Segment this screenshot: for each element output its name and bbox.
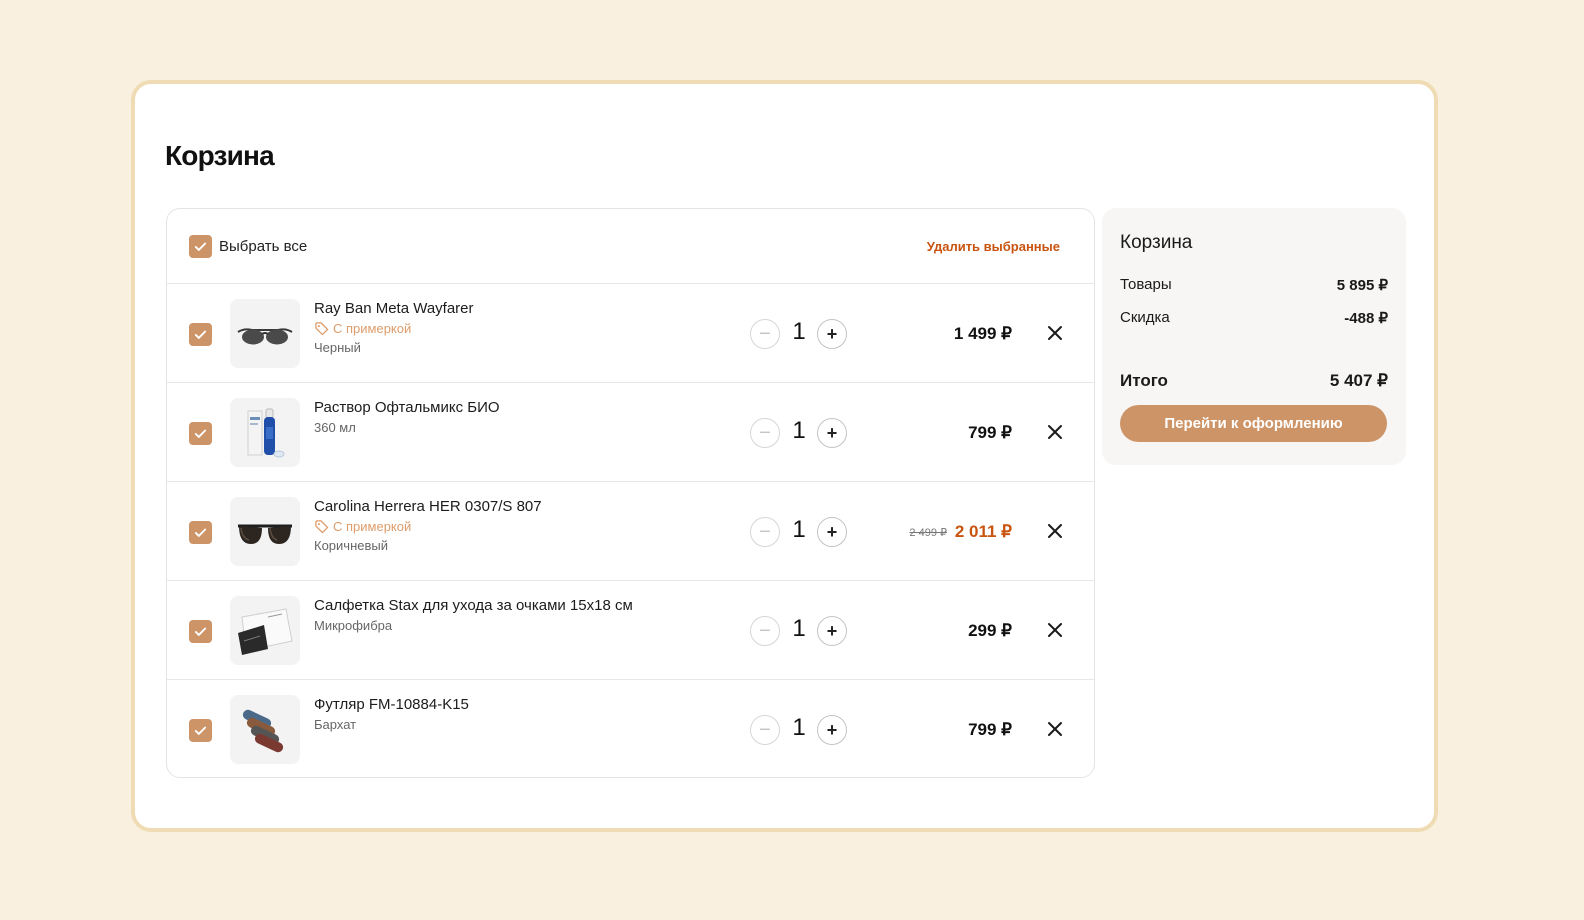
cart-list-header: Выбрать все Удалить выбранные bbox=[167, 209, 1094, 284]
summary-goods-row: Товары 5 895 ₽ bbox=[1120, 276, 1388, 294]
product-name[interactable]: Carolina Herrera HER 0307/S 807 bbox=[314, 498, 542, 515]
item-checkbox[interactable] bbox=[189, 422, 212, 445]
page-title: Корзина bbox=[165, 140, 275, 171]
quantity-decrease-button[interactable]: − bbox=[750, 517, 780, 547]
delete-selected-button[interactable]: Удалить выбранные bbox=[927, 239, 1060, 254]
product-variant: Бархат bbox=[314, 717, 357, 732]
product-image-sunglasses[interactable] bbox=[230, 299, 300, 368]
quantity-increase-button[interactable]: + bbox=[817, 319, 847, 349]
close-icon[interactable] bbox=[1046, 324, 1064, 342]
discount-value: -488 ₽ bbox=[1344, 310, 1388, 327]
close-icon[interactable] bbox=[1046, 423, 1064, 441]
product-variant: Коричневый bbox=[314, 538, 388, 553]
quantity-value: 1 bbox=[792, 417, 806, 444]
cart-item: Раствор Офтальмикс БИО 360 мл − 1 + 799 … bbox=[167, 383, 1094, 482]
item-checkbox[interactable] bbox=[189, 323, 212, 346]
quantity-decrease-button[interactable]: − bbox=[750, 715, 780, 745]
cart-item: Салфетка Stax для ухода за очками 15x18 … bbox=[167, 581, 1094, 680]
item-price: 1 499 ₽ bbox=[953, 324, 1012, 343]
quantity-value: 1 bbox=[792, 318, 806, 345]
item-price: 799 ₽ bbox=[968, 423, 1012, 442]
quantity-decrease-button[interactable]: − bbox=[750, 418, 780, 448]
cart-items-panel: Выбрать все Удалить выбранные Ray Ban Me… bbox=[166, 208, 1095, 778]
select-all-checkbox[interactable] bbox=[189, 235, 212, 258]
item-checkbox[interactable] bbox=[189, 719, 212, 742]
quantity-value: 1 bbox=[792, 714, 806, 741]
product-image-case[interactable] bbox=[230, 695, 300, 764]
quantity-increase-button[interactable]: + bbox=[817, 517, 847, 547]
try-on-label: С примеркой bbox=[333, 519, 412, 534]
goods-value: 5 895 ₽ bbox=[1336, 277, 1388, 294]
order-summary: Корзина Товары 5 895 ₽ Скидка -488 ₽ Ито… bbox=[1102, 208, 1406, 465]
product-variant: Черный bbox=[314, 340, 361, 355]
quantity-increase-button[interactable]: + bbox=[817, 418, 847, 448]
discount-label: Скидка bbox=[1120, 309, 1170, 326]
summary-title: Корзина bbox=[1120, 232, 1193, 253]
check-icon bbox=[194, 726, 207, 735]
close-icon[interactable] bbox=[1046, 522, 1064, 540]
quantity-value: 1 bbox=[792, 516, 806, 543]
quantity-decrease-button[interactable]: − bbox=[750, 319, 780, 349]
product-image-solution-bottle[interactable] bbox=[230, 398, 300, 467]
check-icon bbox=[194, 242, 207, 251]
item-checkbox[interactable] bbox=[189, 620, 212, 643]
try-on-label: С примеркой bbox=[333, 321, 412, 336]
close-icon[interactable] bbox=[1046, 720, 1064, 738]
quantity-increase-button[interactable]: + bbox=[817, 715, 847, 745]
close-icon[interactable] bbox=[1046, 621, 1064, 639]
check-icon bbox=[194, 330, 207, 339]
cart-item: Carolina Herrera HER 0307/S 807 С пример… bbox=[167, 482, 1094, 581]
product-name[interactable]: Раствор Офтальмикс БИО bbox=[314, 399, 500, 416]
total-value: 5 407 ₽ bbox=[1329, 371, 1388, 390]
quantity-decrease-button[interactable]: − bbox=[750, 616, 780, 646]
item-price: 299 ₽ bbox=[968, 621, 1012, 640]
cart-item: Ray Ban Meta Wayfarer С примеркой Черный… bbox=[167, 284, 1094, 383]
tag-icon bbox=[315, 322, 329, 336]
product-variant: 360 мл bbox=[314, 420, 356, 435]
item-discounted-price: 2 011 ₽ bbox=[954, 522, 1012, 541]
quantity-increase-button[interactable]: + bbox=[817, 616, 847, 646]
select-all-label[interactable]: Выбрать все bbox=[219, 238, 307, 255]
cart-item: Футляр FM-10884-K15 Бархат − 1 + 799 ₽ bbox=[167, 680, 1094, 777]
product-name[interactable]: Ray Ban Meta Wayfarer bbox=[314, 300, 474, 317]
summary-discount-row: Скидка -488 ₽ bbox=[1120, 309, 1388, 327]
product-name[interactable]: Футляр FM-10884-K15 bbox=[314, 696, 469, 713]
product-image-sunglasses[interactable] bbox=[230, 497, 300, 566]
tag-icon bbox=[315, 520, 329, 534]
product-name[interactable]: Салфетка Stax для ухода за очками 15x18 … bbox=[314, 597, 633, 614]
check-icon bbox=[194, 528, 207, 537]
product-image-cloth[interactable] bbox=[230, 596, 300, 665]
item-checkbox[interactable] bbox=[189, 521, 212, 544]
quantity-value: 1 bbox=[792, 615, 806, 642]
goods-label: Товары bbox=[1120, 276, 1172, 293]
product-variant: Микрофибра bbox=[314, 618, 393, 633]
cart-card: Корзина Выбрать все Удалить выбранные Ra… bbox=[131, 80, 1438, 832]
summary-total-row: Итого 5 407 ₽ bbox=[1120, 371, 1388, 391]
item-old-price: 2 499 ₽ bbox=[909, 527, 947, 539]
checkout-button[interactable]: Перейти к оформлению bbox=[1120, 405, 1387, 442]
check-icon bbox=[194, 627, 207, 636]
try-on-badge: С примеркой bbox=[314, 519, 411, 534]
try-on-badge: С примеркой bbox=[314, 321, 411, 336]
check-icon bbox=[194, 429, 207, 438]
total-label: Итого bbox=[1120, 371, 1168, 390]
item-price: 799 ₽ bbox=[968, 720, 1012, 739]
